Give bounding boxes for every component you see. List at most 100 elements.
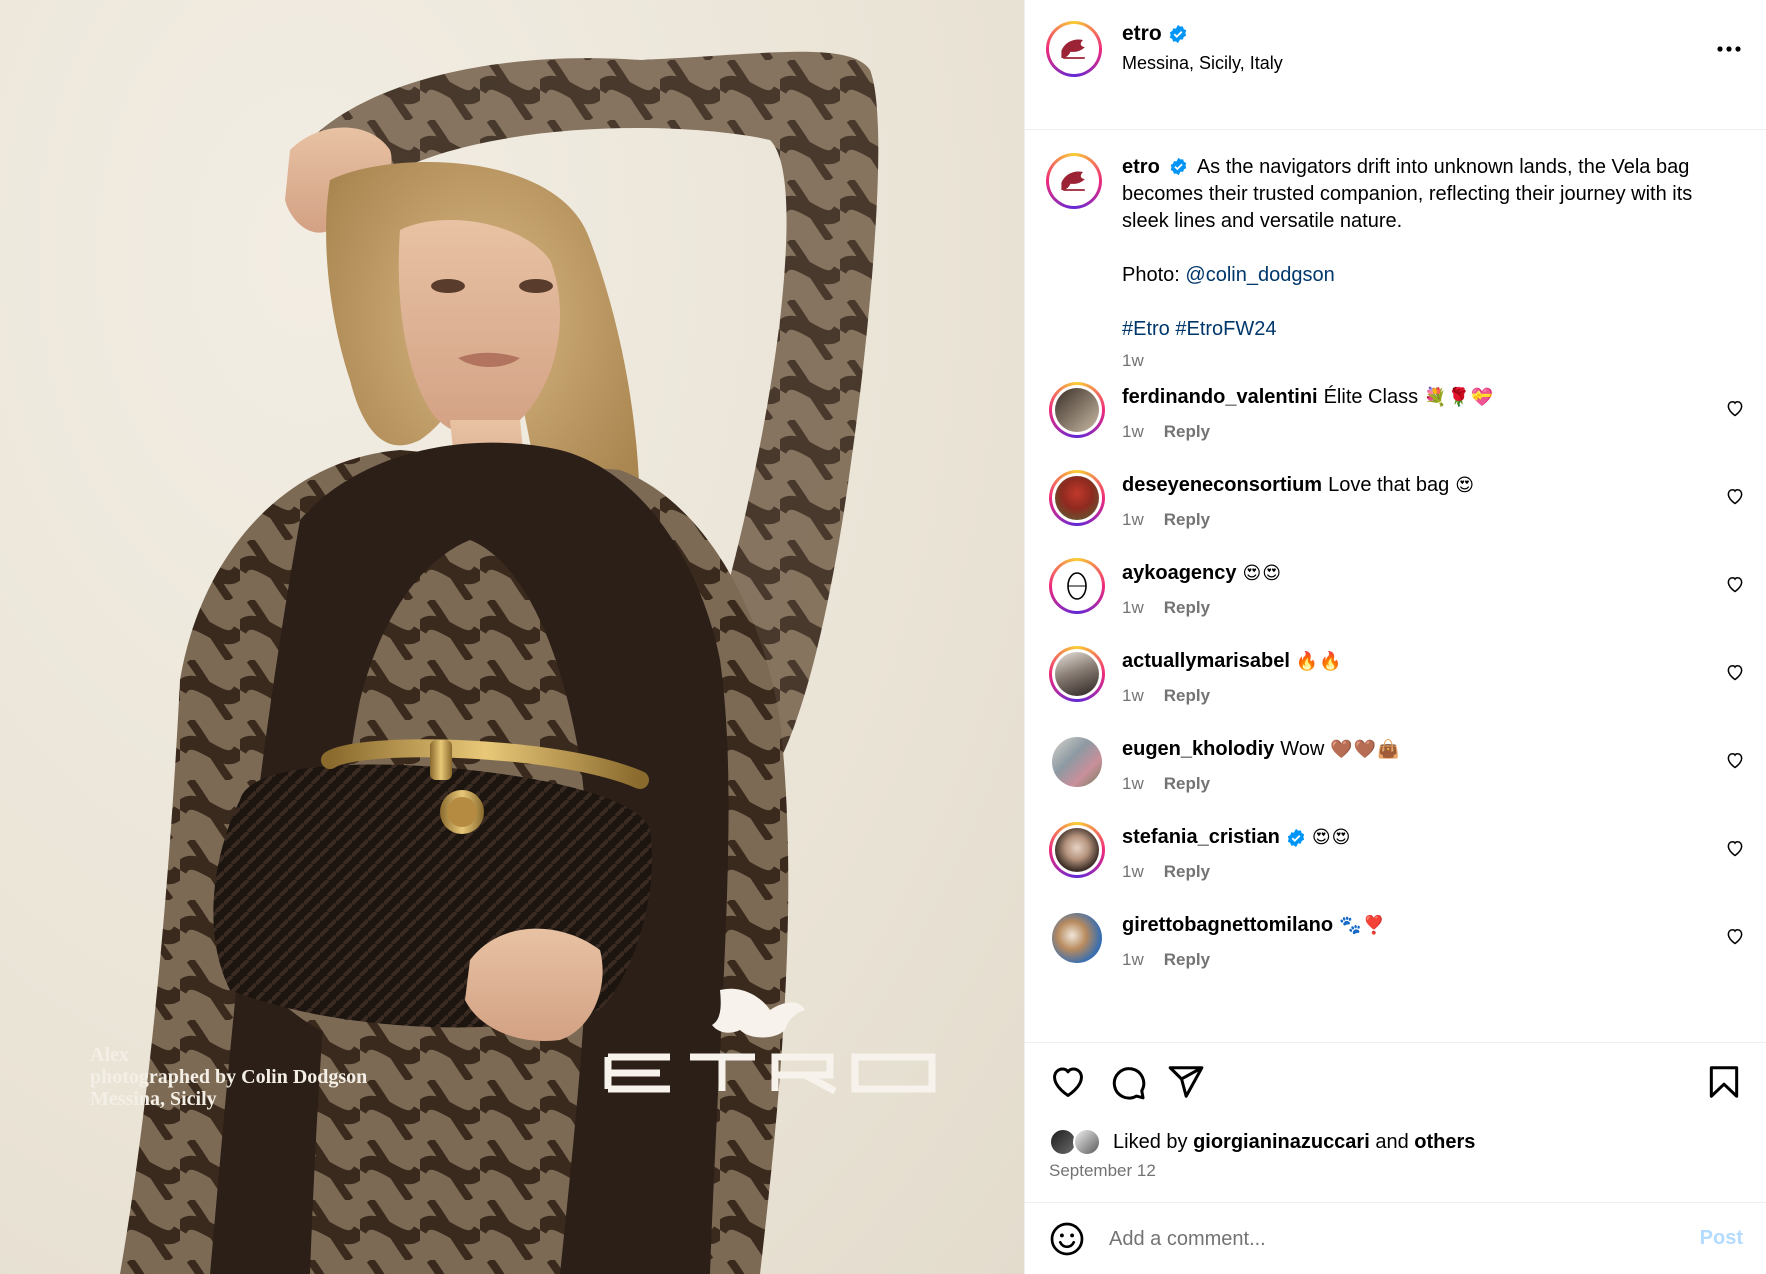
comment-emoji: 💐🌹💝 xyxy=(1424,387,1495,408)
liked-by-avatars[interactable] xyxy=(1049,1128,1107,1156)
comment-meta: 1w Reply xyxy=(1122,774,1210,794)
comment-time[interactable]: 1w xyxy=(1122,510,1144,530)
comment-like-heart-icon[interactable] xyxy=(1725,398,1745,418)
caption-hashtags[interactable]: #Etro #EtroFW24 xyxy=(1122,316,1742,343)
header-avatar[interactable] xyxy=(1046,21,1102,77)
comment-username[interactable]: aykoagency xyxy=(1122,560,1237,587)
heart-icon[interactable] xyxy=(1049,1063,1087,1101)
comment-avatar[interactable] xyxy=(1052,913,1102,963)
comment-like-heart-icon[interactable] xyxy=(1725,838,1745,858)
post-image[interactable]: Alex photographed by Colin Dodgson Messi… xyxy=(0,0,1024,1274)
header-username-row[interactable]: etro xyxy=(1122,22,1188,46)
emoji-icon[interactable] xyxy=(1049,1221,1085,1257)
comment-item: deseyeneconsortium Love that bag 😍 1w Re… xyxy=(1025,470,1766,569)
bookmark-icon[interactable] xyxy=(1705,1063,1743,1101)
caption: etro As the navigators drift into unknow… xyxy=(1122,154,1742,374)
comment-text-row: actuallymarisabel 🔥🔥 xyxy=(1122,648,1343,675)
comment-item: ferdinando_valentini Élite Class 💐🌹💝 1w … xyxy=(1025,382,1766,481)
caption-photo-label: Photo: xyxy=(1122,264,1180,286)
comment-avatar[interactable] xyxy=(1052,737,1102,787)
comment-text: Love that bag xyxy=(1328,474,1450,496)
add-comment-bar: Post xyxy=(1025,1202,1766,1274)
comment-item: girettobagnettomilano 🐾❣️ 1w Reply xyxy=(1025,910,1766,1009)
comment-emoji: 😍 xyxy=(1455,475,1476,496)
comment-emoji: 🐾❣️ xyxy=(1339,915,1386,936)
reply-button[interactable]: Reply xyxy=(1164,422,1210,442)
reply-button[interactable]: Reply xyxy=(1164,774,1210,794)
comment-emoji: 😍😍 xyxy=(1311,827,1352,848)
comment-username[interactable]: stefania_cristian xyxy=(1122,824,1280,851)
caption-avatar[interactable] xyxy=(1046,153,1102,209)
liked-user[interactable]: giorgianinazuccari xyxy=(1193,1131,1370,1154)
comment-avatar[interactable] xyxy=(1049,382,1105,438)
comment-meta: 1w Reply xyxy=(1122,950,1210,970)
etro-pegaso-icon xyxy=(1061,39,1085,59)
liked-prefix: Liked by xyxy=(1113,1130,1188,1153)
comment-emoji: 🔥🔥 xyxy=(1295,651,1343,672)
comment-text-row: aykoagency 😍😍 xyxy=(1122,560,1282,587)
post-button[interactable]: Post xyxy=(1700,1227,1743,1250)
comment-time[interactable]: 1w xyxy=(1122,862,1144,882)
caption-text-block: etro As the navigators drift into unknow… xyxy=(1122,154,1742,235)
comment-meta: 1w Reply xyxy=(1122,686,1210,706)
comment-text-row: ferdinando_valentini Élite Class 💐🌹💝 xyxy=(1122,384,1494,411)
comment-meta: 1w Reply xyxy=(1122,598,1210,618)
reply-button[interactable]: Reply xyxy=(1164,510,1210,530)
comment-item: stefania_cristian 😍😍 1w Reply xyxy=(1025,822,1766,921)
comment-icon[interactable] xyxy=(1109,1063,1147,1101)
comment-like-heart-icon[interactable] xyxy=(1725,662,1745,682)
comment-username[interactable]: ferdinando_valentini xyxy=(1122,384,1318,411)
credit-line-location: Messina, Sicily xyxy=(90,1088,217,1110)
verified-badge-icon xyxy=(1169,24,1186,44)
comment-avatar[interactable] xyxy=(1049,822,1105,878)
caption-username[interactable]: etro xyxy=(1122,156,1160,178)
reply-button[interactable]: Reply xyxy=(1164,686,1210,706)
verified-badge-icon xyxy=(1171,157,1187,176)
comment-item: eugen_kholodiy Wow 🤎🤎👜 1w Reply xyxy=(1025,734,1766,833)
comment-time[interactable]: 1w xyxy=(1122,422,1144,442)
comment-like-heart-icon[interactable] xyxy=(1725,574,1745,594)
comment-meta: 1w Reply xyxy=(1122,862,1210,882)
comment-like-heart-icon[interactable] xyxy=(1725,486,1745,506)
etro-logo xyxy=(604,988,936,1095)
caption-time[interactable]: 1w xyxy=(1122,347,1742,374)
post-date[interactable]: September 12 xyxy=(1049,1161,1156,1181)
comment-avatar[interactable] xyxy=(1049,470,1105,526)
verified-badge-icon xyxy=(1287,828,1305,847)
header-username[interactable]: etro xyxy=(1122,22,1162,46)
header-location[interactable]: Messina, Sicily, Italy xyxy=(1122,53,1283,74)
comment-time[interactable]: 1w xyxy=(1122,774,1144,794)
comment-username[interactable]: deseyeneconsortium xyxy=(1122,472,1322,499)
caption-text: As the navigators drift into unknown lan… xyxy=(1122,156,1693,232)
comment-avatar[interactable] xyxy=(1049,558,1105,614)
share-icon[interactable] xyxy=(1167,1063,1205,1101)
photo-credit: Alex photographed by Colin Dodgson Messi… xyxy=(90,1044,367,1110)
comment-username[interactable]: girettobagnettomilano xyxy=(1122,912,1333,939)
comments-list[interactable]: etro As the navigators drift into unknow… xyxy=(1025,130,1766,1042)
comment-meta: 1w Reply xyxy=(1122,510,1210,530)
comment-username[interactable]: eugen_kholodiy xyxy=(1122,736,1274,763)
comment-time[interactable]: 1w xyxy=(1122,950,1144,970)
comment-emoji: 😍😍 xyxy=(1242,563,1283,584)
liked-by: Liked by giorgianinazuccari and others xyxy=(1049,1128,1475,1156)
reply-button[interactable]: Reply xyxy=(1164,950,1210,970)
comment-input[interactable] xyxy=(1109,1221,1629,1257)
comment-like-heart-icon[interactable] xyxy=(1725,750,1745,770)
liked-others[interactable]: others xyxy=(1414,1131,1475,1154)
comment-time[interactable]: 1w xyxy=(1122,686,1144,706)
comment-username[interactable]: actuallymarisabel xyxy=(1122,648,1290,675)
comment-time[interactable]: 1w xyxy=(1122,598,1144,618)
more-horizontal-icon[interactable] xyxy=(1715,36,1743,62)
reply-button[interactable]: Reply xyxy=(1164,598,1210,618)
credit-line-photographer: photographed by Colin Dodgson xyxy=(90,1066,368,1088)
caption-photo-mention[interactable]: @colin_dodgson xyxy=(1185,264,1334,286)
comment-meta: 1w Reply xyxy=(1122,422,1210,442)
comment-like-heart-icon[interactable] xyxy=(1725,926,1745,946)
post-details-panel: etro Messina, Sicily, Italy etro As the … xyxy=(1024,0,1766,1274)
comment-text-row: eugen_kholodiy Wow 🤎🤎👜 xyxy=(1122,736,1401,763)
credit-line-model: Alex xyxy=(90,1044,129,1066)
comment-avatar[interactable] xyxy=(1049,646,1105,702)
liked-and: and xyxy=(1375,1130,1409,1153)
reply-button[interactable]: Reply xyxy=(1164,862,1210,882)
comment-text-row: girettobagnettomilano 🐾❣️ xyxy=(1122,912,1386,939)
